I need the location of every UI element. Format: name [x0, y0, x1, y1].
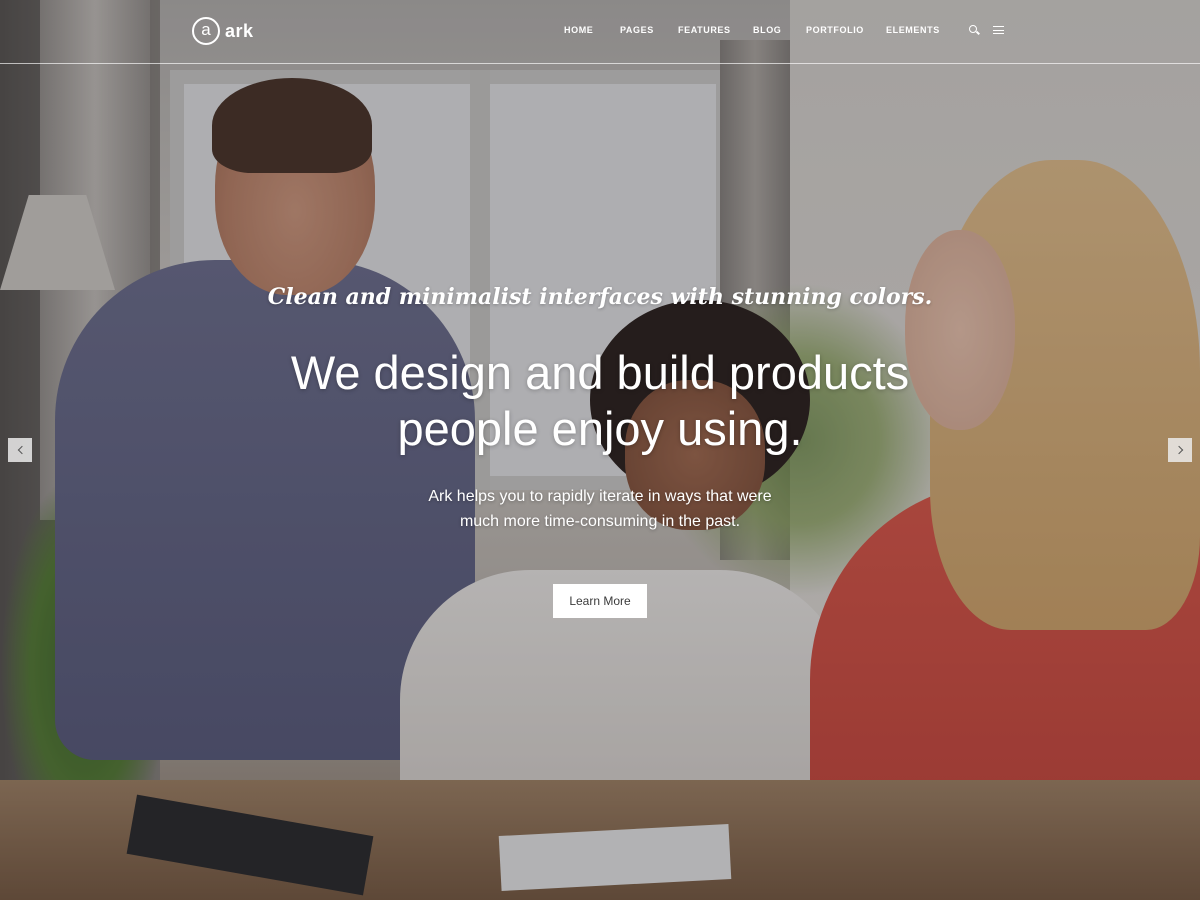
slider-prev-button[interactable]	[8, 438, 32, 462]
hero-section: a ark HOME PAGES FEATURES BLOG PORTFOLIO…	[0, 0, 1200, 900]
hero-headline: We design and build products people enjo…	[0, 345, 1200, 457]
hero-description-line-1: Ark helps you to rapidly iterate in ways…	[428, 488, 772, 505]
slider-next-button[interactable]	[1168, 438, 1192, 462]
nav-item-home[interactable]: HOME	[564, 25, 593, 35]
hero-headline-line-2: people enjoy using.	[397, 402, 803, 455]
main-nav: HOME PAGES FEATURES BLOG PORTFOLIO ELEME…	[0, 25, 1200, 39]
hero-description-line-2: much more time-consuming in the past.	[459, 513, 741, 530]
nav-item-portfolio[interactable]: PORTFOLIO	[806, 25, 864, 35]
search-icon[interactable]	[969, 25, 980, 36]
nav-item-pages[interactable]: PAGES	[620, 25, 654, 35]
menu-icon[interactable]	[993, 25, 1004, 35]
nav-item-elements[interactable]: ELEMENTS	[886, 25, 940, 35]
hero-description: Ark helps you to rapidly iterate in ways…	[0, 484, 1200, 534]
hero-tagline: Clean and minimalist interfaces with stu…	[267, 284, 933, 310]
learn-more-button[interactable]: Learn More	[553, 584, 647, 618]
chevron-left-icon	[17, 445, 26, 455]
chevron-right-icon	[1174, 445, 1183, 455]
nav-item-features[interactable]: FEATURES	[678, 25, 731, 35]
nav-item-blog[interactable]: BLOG	[753, 25, 781, 35]
hero-headline-line-1: We design and build products	[290, 346, 910, 399]
site-header: a ark HOME PAGES FEATURES BLOG PORTFOLIO…	[0, 0, 1200, 64]
